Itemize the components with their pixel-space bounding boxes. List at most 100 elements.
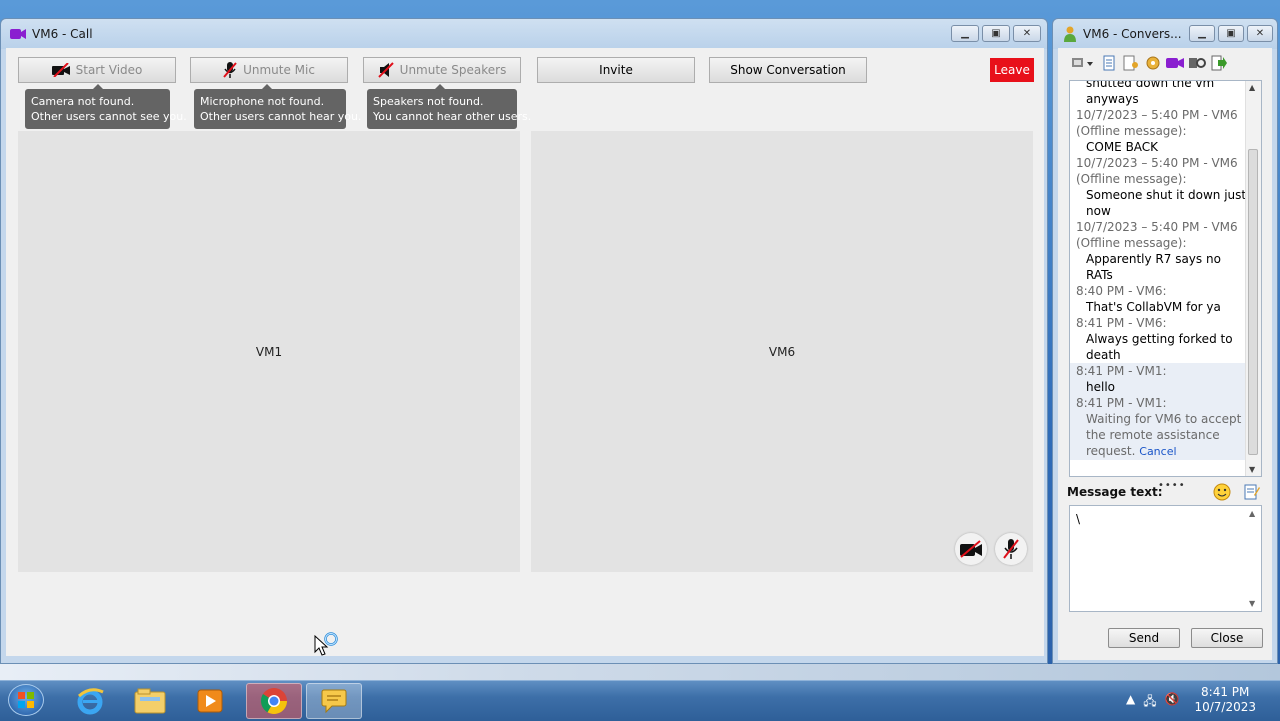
scroll-down-icon[interactable]: ▼ xyxy=(1249,465,1255,474)
minimize-button[interactable]: ▁ xyxy=(1189,25,1215,42)
show-hidden-icons-icon[interactable]: ▲ xyxy=(1126,692,1135,713)
participant-name: VM6 xyxy=(768,344,796,359)
start-button[interactable] xyxy=(8,684,44,716)
history-message: the remote assistance xyxy=(1070,427,1247,443)
camera-tooltip: Camera not found. Other users cannot see… xyxy=(25,84,187,129)
history-header: (Offline message): xyxy=(1070,123,1247,139)
history-scrollbar[interactable]: ▲ ▼ xyxy=(1245,81,1261,476)
mic-off-icon xyxy=(223,62,237,78)
start-video-button[interactable]: Start Video xyxy=(18,57,176,83)
network-icon[interactable]: 🖧 xyxy=(1143,692,1156,713)
scroll-up-icon[interactable]: ▲ xyxy=(1249,83,1255,92)
minimize-button[interactable]: ▁ xyxy=(951,25,979,42)
unmute-speakers-button[interactable]: Unmute Speakers xyxy=(363,57,521,83)
actions-menu-icon[interactable] xyxy=(1070,54,1096,72)
history-message: request. Cancel xyxy=(1070,443,1247,460)
taskbar-messenger[interactable] xyxy=(306,683,362,719)
history-list: shutted down the vm anyways 10/7/2023 – 5:… xyxy=(1070,81,1247,460)
maximize-button[interactable]: ▣ xyxy=(982,25,1010,42)
maximize-button[interactable]: ▣ xyxy=(1218,25,1244,42)
unmute-mic-button[interactable]: Unmute Mic xyxy=(190,57,348,83)
history-text: 10/7/2023 – 5:40 PM - VM6 xyxy=(1076,108,1238,122)
exit-icon[interactable] xyxy=(1210,54,1228,72)
format-text-icon[interactable] xyxy=(1244,483,1260,504)
taskbar-file-explorer[interactable] xyxy=(122,683,178,719)
history-text: hello xyxy=(1086,380,1115,394)
history-message: Someone shut it down just xyxy=(1070,187,1247,203)
history-message: shutted down the vm xyxy=(1070,81,1247,91)
close-button[interactable]: ✕ xyxy=(1013,25,1041,42)
history-message: Waiting for VM6 to accept xyxy=(1070,411,1247,427)
scrollbar-thumb[interactable] xyxy=(1248,149,1258,455)
tooltip-line: Speakers not found. xyxy=(373,95,484,108)
unmute-speakers-label: Unmute Speakers xyxy=(399,63,507,77)
taskbar-clock[interactable]: 8:41 PM 10/7/2023 xyxy=(1194,685,1256,715)
show-conversation-button[interactable]: Show Conversation xyxy=(709,57,867,83)
history-text: 10/7/2023 – 5:40 PM - VM6 xyxy=(1076,220,1238,234)
invite-button[interactable]: Invite xyxy=(537,57,695,83)
show-conversation-label: Show Conversation xyxy=(730,63,846,77)
history-message: RATs xyxy=(1070,267,1247,283)
send-button[interactable]: Send xyxy=(1108,628,1180,648)
speakers-tooltip: Speakers not found. You cannot hear othe… xyxy=(367,84,531,129)
chrome-icon xyxy=(260,688,288,715)
taskbar-chrome[interactable] xyxy=(246,683,302,719)
history-message: That's CollabVM for ya xyxy=(1070,299,1247,315)
history-text: Waiting for VM6 to accept xyxy=(1086,412,1242,426)
voice-settings-icon[interactable] xyxy=(1188,54,1206,72)
history-text: 8:41 PM - VM6: xyxy=(1076,316,1167,330)
user-icon xyxy=(1064,26,1076,42)
cancel-request-link[interactable]: Cancel xyxy=(1139,445,1176,458)
windows-logo-icon xyxy=(18,692,34,708)
history-text: the remote assistance xyxy=(1086,428,1220,442)
history-header: 8:40 PM - VM6: xyxy=(1070,283,1247,299)
internet-explorer-icon xyxy=(77,688,104,715)
unmute-mic-label: Unmute Mic xyxy=(243,63,315,77)
participant-name: VM1 xyxy=(255,344,283,359)
history-text: (Offline message): xyxy=(1076,236,1187,250)
message-input-value: \ xyxy=(1076,512,1081,526)
history-header: (Offline message): xyxy=(1070,235,1247,251)
emoticon-icon[interactable] xyxy=(1213,483,1231,504)
message-scrollbar[interactable]: ▲ ▼ xyxy=(1247,507,1260,610)
folder-icon xyxy=(134,688,166,714)
history-text: 10/7/2023 – 5:40 PM - VM6 xyxy=(1076,156,1238,170)
history-text: COME BACK xyxy=(1086,140,1159,154)
history-text: RATs xyxy=(1086,268,1113,282)
participant-pane-vm1: VM1 xyxy=(18,131,520,572)
clock-time: 8:41 PM xyxy=(1201,685,1250,699)
remote-camera-off-indicator xyxy=(955,533,987,565)
contacts-icon[interactable] xyxy=(1122,54,1140,72)
message-input[interactable]: \ ▲ ▼ xyxy=(1069,505,1262,612)
activities-icon[interactable] xyxy=(1144,54,1162,72)
leave-button[interactable]: Leave xyxy=(990,58,1034,82)
conversation-history[interactable]: shutted down the vm anyways 10/7/2023 – 5:… xyxy=(1069,80,1262,477)
file-transfer-icon[interactable] xyxy=(1100,54,1118,72)
mic-off-icon xyxy=(1003,539,1019,559)
video-call-icon[interactable] xyxy=(1166,54,1184,72)
history-text: Apparently R7 says no xyxy=(1086,252,1221,266)
conversation-window-title: VM6 - Convers... xyxy=(1083,27,1182,41)
history-text: 8:40 PM - VM6: xyxy=(1076,284,1167,298)
close-button[interactable]: ✕ xyxy=(1247,25,1273,42)
call-window-title: VM6 - Call xyxy=(32,27,93,41)
history-header: 10/7/2023 – 5:40 PM - VM6 xyxy=(1070,155,1247,171)
conversation-toolbar xyxy=(1070,52,1228,74)
participant-pane-vm6: VM6 xyxy=(531,131,1033,572)
volume-muted-icon[interactable]: 🔇 xyxy=(1165,692,1180,713)
start-video-label: Start Video xyxy=(75,63,143,77)
history-header: 8:41 PM - VM6: xyxy=(1070,315,1247,331)
history-header: 10/7/2023 – 5:40 PM - VM6 xyxy=(1070,107,1247,123)
history-text: 8:41 PM - VM1: xyxy=(1076,364,1167,378)
taskbar-media-player[interactable] xyxy=(182,683,238,719)
call-titlebar[interactable]: VM6 - Call xyxy=(1,19,1047,49)
history-message: death xyxy=(1070,347,1247,363)
close-conversation-button[interactable]: Close xyxy=(1191,628,1263,648)
system-tray: ▲ 🖧 🔇 xyxy=(1126,692,1180,713)
messenger-icon xyxy=(321,689,347,714)
history-header: 8:41 PM - VM1: xyxy=(1070,395,1247,411)
taskbar-internet-explorer[interactable] xyxy=(62,683,118,719)
message-label: Message text: xyxy=(1067,485,1163,499)
history-message: hello xyxy=(1070,379,1247,395)
tooltip-line: Other users cannot hear you. xyxy=(200,110,362,123)
